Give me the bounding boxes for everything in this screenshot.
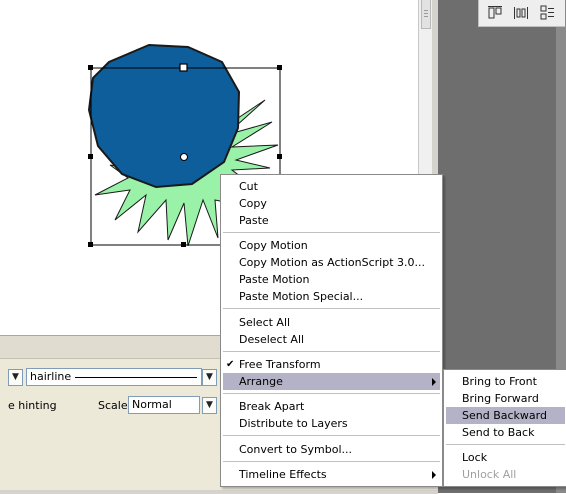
stroke-color-dropdown[interactable]: ▼: [8, 369, 23, 386]
submenu-arrow-icon: [432, 378, 436, 386]
menu-separator: [223, 435, 440, 436]
menu-item-select-all[interactable]: Select All: [223, 314, 440, 331]
menu-separator: [446, 444, 565, 445]
menu-item-convert-to-symbol[interactable]: Convert to Symbol...: [223, 441, 440, 458]
arrange-submenu: Bring to Front Bring Forward Send Backwa…: [443, 369, 566, 487]
menu-item-lock[interactable]: Lock: [446, 449, 565, 466]
scale-value: Normal: [132, 398, 172, 411]
transform-handle-top-center[interactable]: [179, 63, 188, 72]
menu-item-timeline-effects[interactable]: Timeline Effects: [223, 466, 440, 483]
menu-item-distribute-to-layers[interactable]: Distribute to Layers: [223, 415, 440, 432]
menu-item-copy-motion[interactable]: Copy Motion: [223, 237, 440, 254]
distribute-horizontal-icon[interactable]: [513, 5, 529, 21]
menu-item-send-to-back[interactable]: Send to Back: [446, 424, 565, 441]
stroke-hinting-label: e hinting: [8, 399, 57, 412]
menu-separator: [223, 393, 440, 394]
scrollbar-thumb[interactable]: [421, 0, 431, 29]
stroke-style-value: hairline: [30, 370, 72, 383]
scale-label: Scale:: [98, 399, 132, 412]
menu-separator: [223, 351, 440, 352]
stroke-style-dropdown[interactable]: ▼: [202, 369, 217, 386]
transform-center-point[interactable]: [180, 153, 188, 161]
menu-item-bring-forward[interactable]: Bring Forward: [446, 390, 565, 407]
menu-item-free-transform[interactable]: ✔ Free Transform: [223, 356, 440, 373]
menu-item-paste-motion-special[interactable]: Paste Motion Special...: [223, 288, 440, 305]
menu-item-deselect-all[interactable]: Deselect All: [223, 331, 440, 348]
chevron-down-icon: ▼: [206, 372, 213, 382]
submenu-arrow-icon: [432, 471, 436, 479]
menu-item-copy-motion-as-actionscript[interactable]: Copy Motion as ActionScript 3.0...: [223, 254, 440, 271]
menu-separator: [223, 461, 440, 462]
menu-separator: [223, 308, 440, 309]
distribute-vertical-icon[interactable]: [539, 5, 555, 21]
stroke-style-combobox[interactable]: hairline: [26, 368, 202, 386]
scale-dropdown[interactable]: ▼: [202, 397, 217, 414]
menu-item-cut[interactable]: Cut: [223, 178, 440, 195]
menu-item-unlock-all: Unlock All: [462, 468, 517, 481]
menu-item-copy[interactable]: Copy: [223, 195, 440, 212]
menu-item-bring-to-front[interactable]: Bring to Front: [446, 373, 565, 390]
scale-select[interactable]: Normal: [128, 396, 200, 414]
align-top-edge-icon[interactable]: [487, 5, 503, 21]
menu-item-arrange[interactable]: Arrange: [223, 373, 440, 390]
align-toolbar: [478, 0, 565, 27]
menu-item-paste[interactable]: Paste: [223, 212, 440, 229]
chevron-down-icon: ▼: [12, 372, 19, 382]
stroke-style-preview-line: [75, 377, 197, 378]
menu-item-send-backward[interactable]: Send Backward: [446, 407, 565, 424]
menu-separator: [223, 232, 440, 233]
checkmark-icon: ✔: [226, 359, 235, 370]
menu-item-paste-motion[interactable]: Paste Motion: [223, 271, 440, 288]
properties-panel-bottom-edge: [0, 490, 438, 494]
menu-item-break-apart[interactable]: Break Apart: [223, 398, 440, 415]
context-menu: Cut Copy Paste Copy Motion Copy Motion a…: [220, 174, 443, 487]
chevron-down-icon: ▼: [206, 400, 213, 410]
